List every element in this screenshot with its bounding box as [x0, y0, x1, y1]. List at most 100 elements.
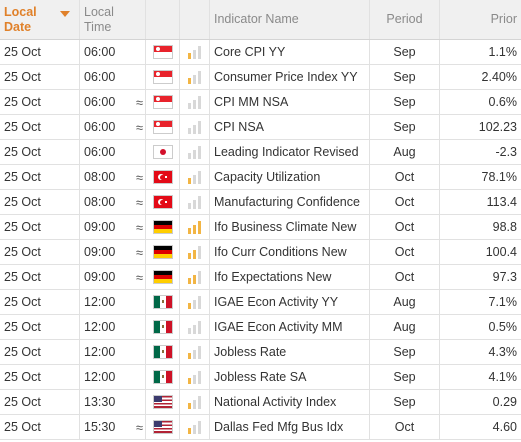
cell-indicator-name[interactable]: Manufacturing Confidence: [210, 190, 370, 214]
approximate-icon: ≈: [135, 169, 143, 185]
cell-time: 12:00: [80, 365, 146, 389]
table-row[interactable]: 25 Oct 08:00 ≈ Manufacturing Confidence Oct 1…: [0, 190, 521, 215]
table-row[interactable]: 25 Oct 12:00 Jobless Rate Sep 4.3%: [0, 340, 521, 365]
cell-country: [146, 365, 180, 389]
cell-time: 15:30 ≈: [80, 415, 146, 439]
cell-date: 25 Oct: [0, 190, 80, 214]
approximate-icon: ≈: [135, 119, 143, 135]
cell-country: [146, 240, 180, 264]
cell-importance: [180, 265, 210, 289]
table-row[interactable]: 25 Oct 06:00 ≈ CPI NSA Sep 102.23: [0, 115, 521, 140]
cell-importance: [180, 90, 210, 114]
mexico-flag-icon: [152, 345, 173, 359]
cell-prior: 2.40%: [440, 65, 521, 89]
cell-indicator-name[interactable]: IGAE Econ Activity MM: [210, 315, 370, 339]
column-header-local-date[interactable]: Local Date: [0, 0, 80, 39]
table-row[interactable]: 25 Oct 12:00 Jobless Rate SA Sep 4.1%: [0, 365, 521, 390]
table-row[interactable]: 25 Oct 09:00 ≈ Ifo Business Climate New Oct 9…: [0, 215, 521, 240]
cell-indicator-name[interactable]: Consumer Price Index YY: [210, 65, 370, 89]
cell-period: Aug: [370, 315, 440, 339]
indicator-name-text: Manufacturing Confidence: [214, 195, 360, 209]
table-row[interactable]: 25 Oct 12:00 IGAE Econ Activity MM Aug 0.5%: [0, 315, 521, 340]
cell-time: 12:00: [80, 290, 146, 314]
period-text: Sep: [393, 120, 416, 134]
cell-time: 12:00: [80, 315, 146, 339]
cell-importance: [180, 365, 210, 389]
cell-indicator-name[interactable]: National Activity Index: [210, 390, 370, 414]
japan-flag-icon: [152, 145, 173, 159]
cell-indicator-name[interactable]: Core CPI YY: [210, 40, 370, 64]
cell-indicator-name[interactable]: IGAE Econ Activity YY: [210, 290, 370, 314]
column-header-period[interactable]: Period: [370, 0, 440, 39]
time-text: 08:00: [84, 170, 116, 184]
table-row[interactable]: 25 Oct 13:30 National Activity Index Sep 0.2…: [0, 390, 521, 415]
time-text: 09:00: [84, 270, 116, 284]
cell-country: [146, 315, 180, 339]
importance-bars-icon: [188, 220, 201, 234]
date-text: 25 Oct: [4, 370, 41, 384]
cell-date: 25 Oct: [0, 140, 80, 164]
table-row[interactable]: 25 Oct 06:00 ≈ CPI MM NSA Sep 0.6%: [0, 90, 521, 115]
period-text: Sep: [393, 395, 416, 409]
prior-value: 0.29: [492, 395, 517, 409]
indicator-name-text: Consumer Price Index YY: [214, 70, 358, 84]
cell-country: [146, 415, 180, 439]
table-row[interactable]: 25 Oct 08:00 ≈ Capacity Utilization Oct 78.1%: [0, 165, 521, 190]
column-header-local-time[interactable]: Local Time: [80, 0, 146, 39]
time-text: 08:00: [84, 195, 116, 209]
indicator-name-text: Dallas Fed Mfg Bus Idx: [214, 420, 344, 434]
table-row[interactable]: 25 Oct 06:00 Consumer Price Index YY Sep 2.4…: [0, 65, 521, 90]
cell-country: [146, 40, 180, 64]
cell-indicator-name[interactable]: CPI MM NSA: [210, 90, 370, 114]
period-text: Aug: [393, 320, 416, 334]
period-text: Sep: [393, 95, 416, 109]
usa-flag-icon: [152, 420, 173, 434]
table-row[interactable]: 25 Oct 12:00 IGAE Econ Activity YY Aug 7.1%: [0, 290, 521, 315]
cell-date: 25 Oct: [0, 340, 80, 364]
cell-prior: 102.23: [440, 115, 521, 139]
cell-prior: 97.3: [440, 265, 521, 289]
cell-indicator-name[interactable]: Capacity Utilization: [210, 165, 370, 189]
period-text: Oct: [394, 245, 415, 259]
cell-time: 08:00 ≈: [80, 190, 146, 214]
cell-date: 25 Oct: [0, 90, 80, 114]
table-row[interactable]: 25 Oct 09:00 ≈ Ifo Curr Conditions New Oct 10…: [0, 240, 521, 265]
cell-indicator-name[interactable]: Ifo Expectations New: [210, 265, 370, 289]
cell-period: Oct: [370, 190, 440, 214]
table-row[interactable]: 25 Oct 06:00 Core CPI YY Sep 1.1%: [0, 40, 521, 65]
column-header-prior[interactable]: Prior: [440, 0, 521, 39]
table-body: 25 Oct 06:00 Core CPI YY Sep 1.1% 25 Oct 06:00…: [0, 40, 521, 440]
cell-indicator-name[interactable]: Jobless Rate SA: [210, 365, 370, 389]
cell-indicator-name[interactable]: CPI NSA: [210, 115, 370, 139]
period-text: Sep: [393, 45, 416, 59]
table-row[interactable]: 25 Oct 06:00 Leading Indicator Revised Aug -…: [0, 140, 521, 165]
cell-indicator-name[interactable]: Ifo Business Climate New: [210, 215, 370, 239]
cell-time: 09:00 ≈: [80, 215, 146, 239]
importance-bars-icon: [188, 320, 201, 334]
cell-indicator-name[interactable]: Ifo Curr Conditions New: [210, 240, 370, 264]
singapore-flag-icon: [152, 120, 173, 134]
approximate-icon: ≈: [135, 219, 143, 235]
cell-importance: [180, 215, 210, 239]
cell-country: [146, 165, 180, 189]
time-text: 12:00: [84, 370, 116, 384]
column-header-label: Prior: [490, 12, 517, 26]
table-row[interactable]: 25 Oct 15:30 ≈ Dallas Fed Mfg Bus Idx Oct 4.6…: [0, 415, 521, 440]
cell-prior: 4.60: [440, 415, 521, 439]
importance-bars-icon: [188, 170, 201, 184]
cell-prior: 100.4: [440, 240, 521, 264]
cell-time: 09:00 ≈: [80, 265, 146, 289]
cell-indicator-name[interactable]: Leading Indicator Revised: [210, 140, 370, 164]
indicator-name-text: Capacity Utilization: [214, 170, 321, 184]
prior-value: 0.6%: [488, 95, 518, 109]
cell-indicator-name[interactable]: Jobless Rate: [210, 340, 370, 364]
column-header-indicator-name[interactable]: Indicator Name: [210, 0, 370, 39]
cell-period: Oct: [370, 415, 440, 439]
importance-bars-icon: [188, 245, 201, 259]
cell-indicator-name[interactable]: Dallas Fed Mfg Bus Idx: [210, 415, 370, 439]
cell-country: [146, 290, 180, 314]
table-row[interactable]: 25 Oct 09:00 ≈ Ifo Expectations New Oct 97.3: [0, 265, 521, 290]
sort-descending-icon: [60, 11, 70, 17]
date-text: 25 Oct: [4, 245, 41, 259]
approximate-icon: ≈: [135, 94, 143, 110]
